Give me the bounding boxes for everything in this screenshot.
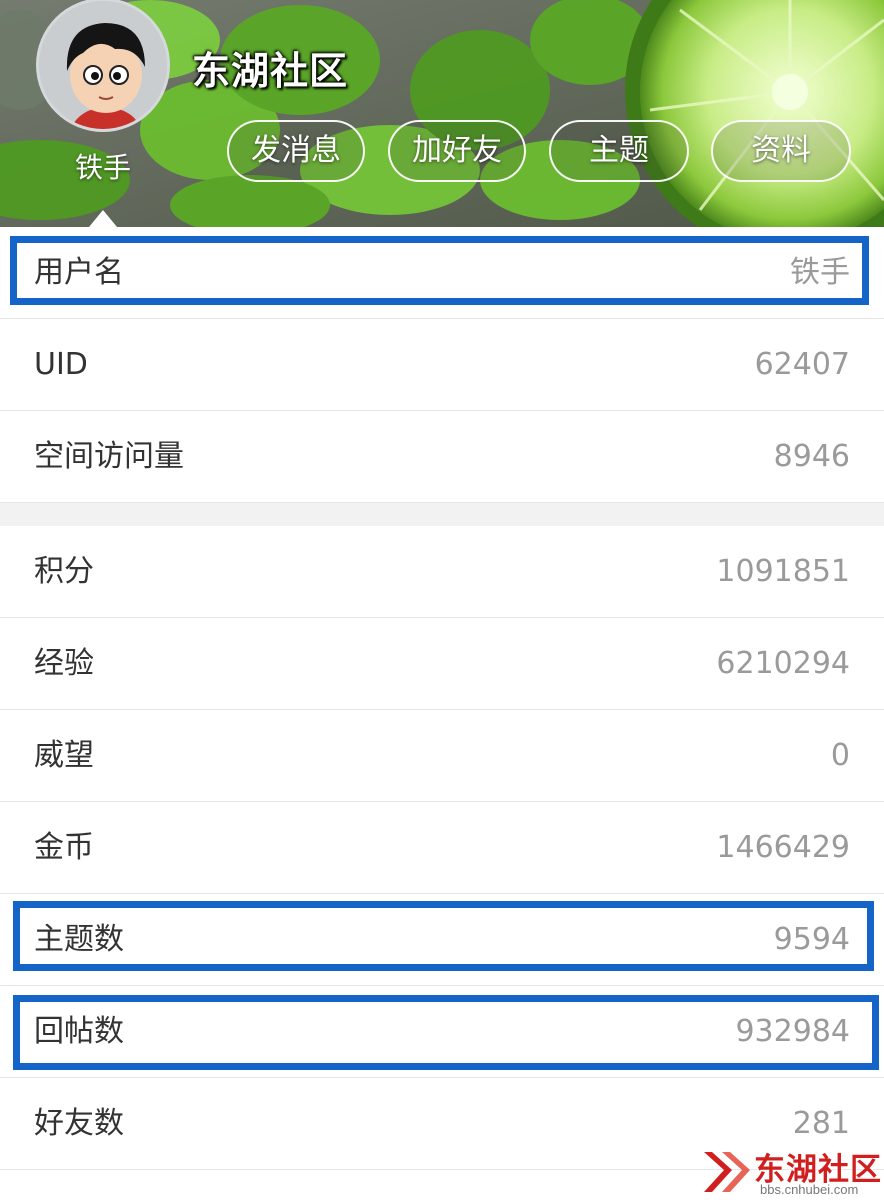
row-value: 62407 — [754, 347, 850, 382]
send-message-button[interactable]: 发消息 — [227, 120, 365, 182]
row-value: 932984 — [735, 1014, 850, 1049]
section-divider — [0, 503, 884, 526]
row-value: 1091851 — [716, 554, 850, 589]
row-label: 用户名 — [34, 255, 124, 290]
site-title: 东湖社区 — [192, 49, 349, 93]
row-label: 空间访问量 — [34, 439, 184, 474]
row-value: 铁手 — [790, 255, 850, 290]
row-points: 积分 1091851 — [0, 526, 884, 618]
watermark: 东湖社区 bbs.cnhubei.com — [700, 1138, 884, 1200]
row-label: 金币 — [34, 830, 94, 865]
row-uid: UID 62407 — [0, 319, 884, 411]
watermark-logo-icon — [704, 1152, 750, 1192]
row-experience: 经验 6210294 — [0, 618, 884, 710]
row-coins: 金币 1466429 — [0, 802, 884, 894]
row-value: 9594 — [773, 922, 850, 957]
row-label: 好友数 — [34, 1106, 124, 1141]
watermark-url: bbs.cnhubei.com — [760, 1182, 859, 1197]
row-label: 威望 — [34, 738, 94, 773]
row-value: 1466429 — [716, 830, 850, 865]
row-value: 0 — [830, 738, 850, 773]
add-friend-button[interactable]: 加好友 — [388, 120, 526, 182]
row-label: 回帖数 — [34, 1014, 124, 1049]
row-label: 经验 — [34, 646, 94, 681]
row-label: 积分 — [34, 554, 94, 589]
cartoon-avatar-icon — [39, 1, 167, 129]
profile-info-button[interactable]: 资料 — [711, 120, 851, 182]
row-prestige: 威望 0 — [0, 710, 884, 802]
row-space-visits: 空间访问量 8946 — [0, 411, 884, 503]
avatar[interactable] — [36, 0, 170, 132]
topics-button[interactable]: 主题 — [549, 120, 689, 182]
row-reply-count: 回帖数 932984 — [0, 986, 884, 1078]
row-username: 用户名 铁手 — [0, 227, 884, 319]
row-label: UID — [34, 347, 88, 382]
profile-header: 铁手 东湖社区 发消息 加好友 主题 资料 — [0, 0, 884, 227]
row-topic-count: 主题数 9594 — [0, 894, 884, 986]
row-value: 6210294 — [716, 646, 850, 681]
row-label: 主题数 — [34, 922, 124, 957]
row-value: 8946 — [773, 439, 850, 474]
avatar-username: 铁手 — [74, 151, 131, 184]
tab-pointer — [89, 210, 117, 227]
